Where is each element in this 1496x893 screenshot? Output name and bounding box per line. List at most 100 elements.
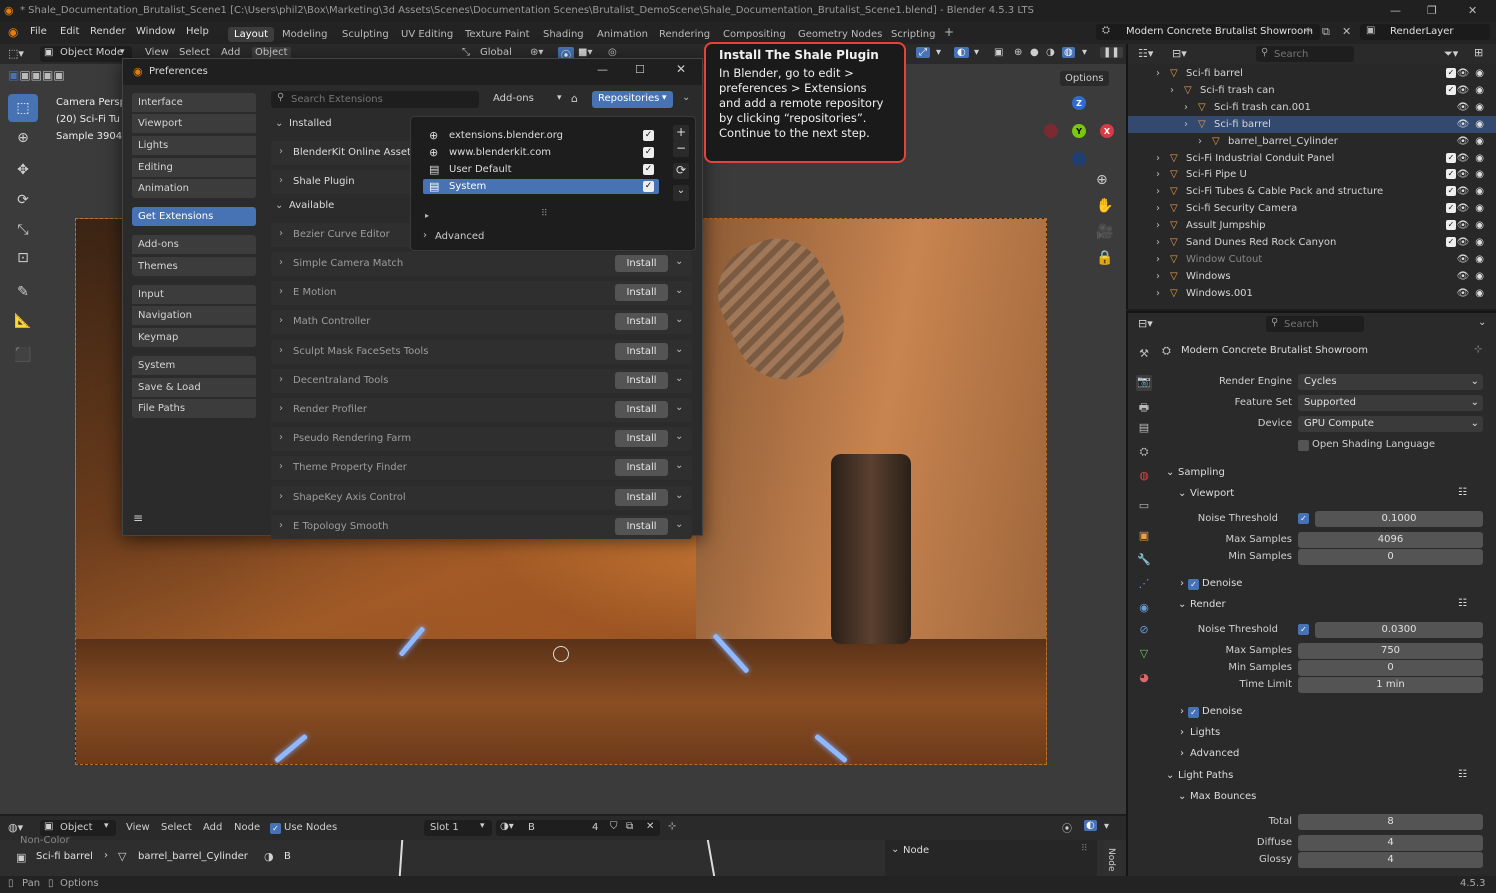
tab-geometry-nodes[interactable]: Geometry Nodes — [792, 27, 888, 42]
chevron-down-icon[interactable]: ⌄ — [675, 402, 683, 413]
pref-category-input[interactable]: Input — [132, 285, 256, 304]
install-button[interactable]: Install — [615, 430, 668, 448]
chevron-down-icon[interactable]: ⌄ — [675, 431, 683, 442]
pause-render-icon[interactable]: ❚❚ — [1100, 47, 1123, 58]
slot-dropdown[interactable]: Slot 1 ▾ — [424, 820, 492, 836]
visibility-icons[interactable]: 👁◉ — [1457, 217, 1490, 234]
outliner-item[interactable]: › ▽ Assult Jumpship ✓ 👁◉ — [1128, 217, 1496, 234]
visibility-icons[interactable]: 👁◉ — [1457, 268, 1490, 285]
overlay-toggle-icon[interactable]: ◐ — [954, 47, 969, 58]
chevron-down-icon[interactable]: ⌄ — [1178, 791, 1186, 802]
close-window-icon[interactable]: ✕ — [1468, 4, 1477, 17]
outliner-item[interactable]: › ▽ Sci-Fi Pipe U ✓ 👁◉ — [1128, 166, 1496, 183]
vp-noise-threshold-field[interactable]: 0.1000 — [1315, 511, 1483, 527]
light-paths-section[interactable]: Light Paths — [1178, 770, 1233, 781]
menu-file[interactable]: File — [30, 26, 47, 37]
diffuse-bounces-field[interactable]: 4 — [1298, 835, 1483, 851]
menu-window[interactable]: Window — [136, 26, 175, 37]
chevron-down-icon[interactable]: ⌄ — [1178, 488, 1186, 499]
outliner-search-input[interactable] — [1274, 47, 1350, 61]
vp-denoise-checkbox[interactable]: ✓ — [1188, 579, 1199, 590]
chevron-right-icon[interactable]: › — [1156, 150, 1160, 167]
drag-handle-icon[interactable]: ⠿ — [1081, 844, 1088, 854]
editor-type-icon[interactable]: ⬚▾ — [8, 47, 24, 60]
fake-user-icon[interactable]: ⛉ — [610, 821, 618, 832]
hamburger-menu-icon[interactable]: ≡ — [133, 511, 143, 525]
tab-shading[interactable]: Shading — [537, 27, 590, 42]
menu-edit[interactable]: Edit — [60, 26, 79, 37]
rendered-shading-icon[interactable]: ◍ — [1062, 47, 1075, 58]
add-cube-tool-icon[interactable]: ⬛ — [8, 341, 38, 369]
extensions-search[interactable]: ⚲ — [271, 91, 479, 108]
advanced-subsection[interactable]: Advanced — [1190, 748, 1239, 759]
chevron-down-icon[interactable]: ▾ — [936, 47, 941, 58]
use-nodes-label[interactable]: Use Nodes — [284, 822, 337, 833]
exclude-checkbox[interactable]: ✓ — [1446, 169, 1456, 180]
osl-checkbox[interactable] — [1298, 440, 1309, 451]
options-dropdown[interactable]: Options — [1060, 71, 1109, 86]
available-addon-row[interactable]: › Math Controller Install ⌄ — [271, 310, 692, 335]
exclude-checkbox[interactable]: ✓ — [1446, 84, 1456, 95]
preset-list-icon[interactable]: ☷ — [1458, 487, 1467, 498]
repository-enabled-checkbox[interactable]: ✓ — [643, 147, 654, 158]
pref-category-navigation[interactable]: Navigation — [132, 306, 256, 325]
outliner-item[interactable]: › ▽ Sci-fi trash can ✓ 👁◉ — [1128, 82, 1496, 99]
gizmo-neg-x-icon[interactable] — [1044, 124, 1058, 138]
node-menu-select[interactable]: Select — [161, 822, 192, 833]
chevron-down-icon[interactable]: ⌄ — [675, 460, 683, 471]
pin-scene-icon[interactable]: ⊹ — [1304, 26, 1312, 37]
available-addon-row[interactable]: › Render Profiler Install ⌄ — [271, 398, 692, 422]
visibility-icons[interactable]: 👁◉ — [1457, 116, 1490, 133]
tab-modeling[interactable]: Modeling — [276, 27, 334, 42]
r-noise-threshold-checkbox[interactable]: ✓ — [1298, 624, 1309, 635]
select-tool-icon[interactable]: ⬚ — [8, 94, 38, 122]
chevron-right-icon[interactable]: › — [1184, 99, 1188, 116]
available-addon-row[interactable]: › Sculpt Mask FaceSets Tools Install ⌄ — [271, 339, 692, 364]
chevron-down-icon[interactable]: ⌄ — [275, 118, 283, 129]
pref-category-keymap[interactable]: Keymap — [132, 328, 256, 347]
pan-hand-icon[interactable]: ✋ — [1096, 198, 1113, 214]
r-max-samples-field[interactable]: 750 — [1298, 643, 1483, 659]
render-subsection[interactable]: Render — [1190, 599, 1226, 610]
remove-repository-button[interactable]: − — [673, 141, 689, 157]
chevron-right-icon[interactable]: › — [423, 230, 427, 241]
chevron-right-icon[interactable]: › — [1156, 166, 1160, 183]
chevron-down-icon[interactable]: ⌄ — [275, 200, 283, 211]
vp-noise-threshold-checkbox[interactable]: ✓ — [1298, 513, 1309, 524]
refresh-repository-icon[interactable]: ⟳ — [673, 163, 689, 179]
node-tab[interactable]: Node — [1104, 840, 1122, 876]
chevron-right-icon[interactable]: › — [1156, 183, 1160, 200]
chevron-right-icon[interactable]: › — [1156, 200, 1160, 217]
chevron-down-icon[interactable]: ⌄ — [675, 373, 683, 384]
visibility-icons[interactable]: 👁◉ — [1457, 166, 1490, 183]
duplicate-material-icon[interactable]: ⧉ — [626, 821, 633, 832]
pref-category-lights[interactable]: Lights — [132, 136, 256, 155]
available-addon-row[interactable]: › Theme Property Finder Install ⌄ — [271, 456, 692, 481]
chevron-right-icon[interactable]: › — [1184, 116, 1188, 133]
minimize-icon[interactable]: — — [597, 63, 608, 76]
r-time-limit-field[interactable]: 1 min — [1298, 677, 1483, 693]
install-button[interactable]: Install — [615, 284, 668, 302]
preset-list-icon[interactable]: ☷ — [1458, 769, 1467, 780]
tab-layout[interactable]: Layout — [228, 27, 274, 42]
exclude-checkbox[interactable]: ✓ — [1446, 237, 1456, 247]
transform-orientation[interactable]: Global — [480, 47, 512, 58]
visibility-icons[interactable]: 👁◉ — [1457, 200, 1490, 217]
repository-item[interactable]: ▤ User Default ✓ — [423, 162, 659, 177]
visibility-icons[interactable]: 👁◉ — [1457, 99, 1490, 116]
chevron-right-icon[interactable]: › — [1180, 578, 1184, 589]
tab-compositing[interactable]: Compositing — [717, 27, 792, 42]
pref-category-file-paths[interactable]: File Paths — [132, 399, 256, 418]
view-layer-selector[interactable]: ▣ RenderLayer — [1360, 24, 1490, 40]
visibility-icons[interactable]: 👁◉ — [1457, 133, 1490, 150]
menu-view[interactable]: View — [145, 47, 169, 58]
device-dropdown[interactable]: GPU Compute ⌄ — [1298, 416, 1483, 432]
repository-enabled-checkbox[interactable]: ✓ — [643, 164, 654, 175]
outliner-item[interactable]: › ▽ Sci-fi Security Camera ✓ 👁◉ — [1128, 200, 1496, 217]
chevron-right-icon[interactable]: › — [1156, 251, 1160, 268]
lights-subsection[interactable]: Lights — [1190, 727, 1220, 738]
outliner-item[interactable]: › ▽ Sand Dunes Red Rock Canyon ✓ 👁◉ — [1128, 234, 1496, 251]
chevron-right-icon[interactable]: › — [1156, 285, 1160, 302]
rotate-tool-icon[interactable]: ⟳ — [8, 186, 38, 214]
solid-shading-icon[interactable]: ● — [1030, 47, 1039, 58]
